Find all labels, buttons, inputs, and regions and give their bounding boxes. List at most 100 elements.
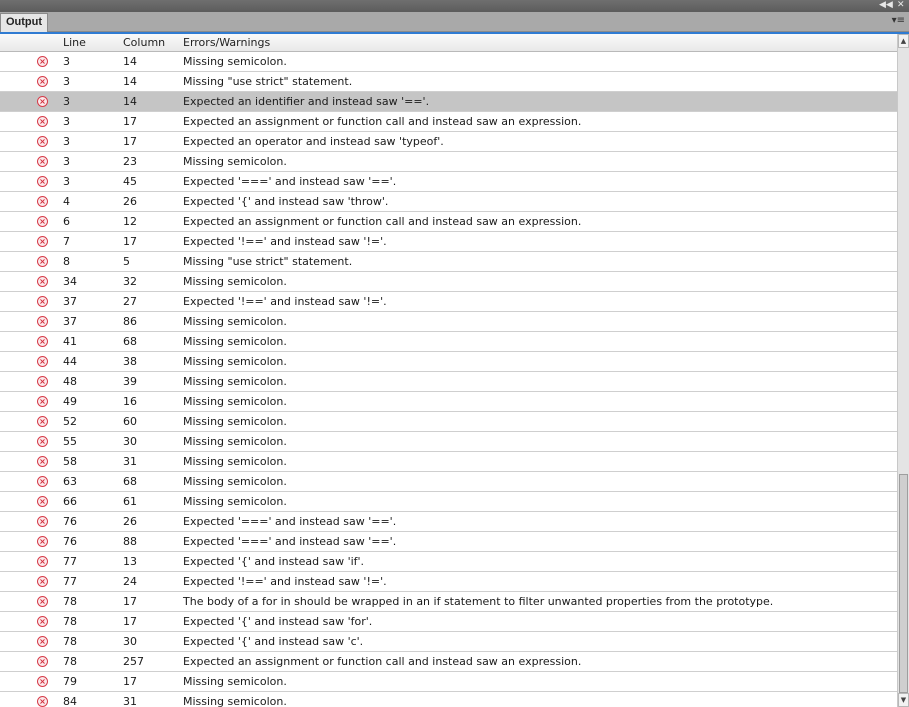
table-row[interactable]: × 49 16 Missing semicolon. <box>0 392 897 412</box>
cell-column: 14 <box>123 55 137 68</box>
table-row[interactable]: × 55 30 Missing semicolon. <box>0 432 897 452</box>
cell-line: 3 <box>63 95 70 108</box>
table-row[interactable]: × 44 38 Missing semicolon. <box>0 352 897 372</box>
error-icon: × <box>37 576 48 587</box>
cell-message: Missing semicolon. <box>183 475 287 488</box>
error-icon: × <box>37 356 48 367</box>
cell-line: 49 <box>63 395 77 408</box>
cell-column: 30 <box>123 635 137 648</box>
cell-column: 26 <box>123 195 137 208</box>
cell-message: Expected '!==' and instead saw '!='. <box>183 575 387 588</box>
cell-line: 78 <box>63 655 77 668</box>
table-row[interactable]: × 7 17 Expected '!==' and instead saw '!='. <box>0 232 897 252</box>
table-row[interactable]: × 3 23 Missing semicolon. <box>0 152 897 172</box>
error-icon: × <box>37 296 48 307</box>
cell-line: 76 <box>63 535 77 548</box>
table-row[interactable]: × 3 14 Expected an identifier and instead s… <box>0 92 897 112</box>
table-row[interactable]: × 76 26 Expected '===' and instead saw '=='… <box>0 512 897 532</box>
table-row[interactable]: × 77 13 Expected '{' and instead saw 'if'. <box>0 552 897 572</box>
vertical-scrollbar[interactable]: ▲ ▼ <box>897 34 909 707</box>
table-row[interactable]: × 41 68 Missing semicolon. <box>0 332 897 352</box>
column-header-message[interactable]: Errors/Warnings <box>183 36 270 49</box>
cell-column: 60 <box>123 415 137 428</box>
error-icon: × <box>37 236 48 247</box>
double-chevron-left-icon[interactable]: ◀◀ <box>879 0 893 11</box>
table-row[interactable]: × 37 27 Expected '!==' and instead saw '!='… <box>0 292 897 312</box>
column-header-column[interactable]: Column <box>123 36 165 49</box>
cell-message: Expected '===' and instead saw '=='. <box>183 515 397 528</box>
cell-line: 3 <box>63 175 70 188</box>
cell-line: 7 <box>63 235 70 248</box>
cell-line: 6 <box>63 215 70 228</box>
table-row[interactable]: × 8 5 Missing "use strict" statement. <box>0 252 897 272</box>
error-icon: × <box>37 636 48 647</box>
table-row[interactable]: × 37 86 Missing semicolon. <box>0 312 897 332</box>
cell-line: 34 <box>63 275 77 288</box>
cell-message: Expected an identifier and instead saw '… <box>183 95 430 108</box>
cell-line: 3 <box>63 75 70 88</box>
cell-message: Expected an assignment or function call … <box>183 655 582 668</box>
tab-output[interactable]: Output <box>0 13 48 32</box>
table-row[interactable]: × 3 17 Expected an operator and instead saw… <box>0 132 897 152</box>
cell-line: 37 <box>63 295 77 308</box>
cell-line: 55 <box>63 435 77 448</box>
cell-line: 79 <box>63 675 77 688</box>
scrollbar-thumb[interactable] <box>899 473 908 693</box>
table-row[interactable]: × 3 17 Expected an assignment or function c… <box>0 112 897 132</box>
cell-message: Expected an assignment or function call … <box>183 215 582 228</box>
cell-column: 45 <box>123 175 137 188</box>
table-row[interactable]: × 3 45 Expected '===' and instead saw '=='. <box>0 172 897 192</box>
panel-tab-bar: Output ▾≡ <box>0 12 909 32</box>
cell-line: 37 <box>63 315 77 328</box>
error-icon: × <box>37 136 48 147</box>
table-row[interactable]: × 78 17 Expected '{' and instead saw 'for'. <box>0 612 897 632</box>
table-row[interactable]: × 78 257 Expected an assignment or function… <box>0 652 897 672</box>
cell-column: 16 <box>123 395 137 408</box>
table-row[interactable]: × 79 17 Missing semicolon. <box>0 672 897 692</box>
error-icon: × <box>37 516 48 527</box>
cell-line: 63 <box>63 475 77 488</box>
column-header-line[interactable]: Line <box>63 36 86 49</box>
scroll-up-arrow-icon[interactable]: ▲ <box>898 34 909 48</box>
table-row[interactable]: × 76 88 Expected '===' and instead saw '=='… <box>0 532 897 552</box>
table-row[interactable]: × 78 17 The body of a for in should be wrap… <box>0 592 897 612</box>
cell-line: 44 <box>63 355 77 368</box>
table-row[interactable]: × 77 24 Expected '!==' and instead saw '!='… <box>0 572 897 592</box>
table-row[interactable]: × 34 32 Missing semicolon. <box>0 272 897 292</box>
cell-column: 24 <box>123 575 137 588</box>
table-row[interactable]: × 66 61 Missing semicolon. <box>0 492 897 512</box>
cell-message: Missing semicolon. <box>183 55 287 68</box>
cell-message: Missing semicolon. <box>183 435 287 448</box>
cell-message: Expected an operator and instead saw 'ty… <box>183 135 444 148</box>
cell-line: 41 <box>63 335 77 348</box>
error-icon: × <box>37 56 48 67</box>
cell-line: 76 <box>63 515 77 528</box>
table-row[interactable]: × 3 14 Missing semicolon. <box>0 52 897 72</box>
table-row[interactable]: × 78 30 Expected '{' and instead saw 'c'. <box>0 632 897 652</box>
error-icon: × <box>37 436 48 447</box>
cell-message: Expected '{' and instead saw 'c'. <box>183 635 364 648</box>
cell-message: Expected '!==' and instead saw '!='. <box>183 295 387 308</box>
error-icon: × <box>37 656 48 667</box>
table-row[interactable]: × 52 60 Missing semicolon. <box>0 412 897 432</box>
cell-column: 30 <box>123 435 137 448</box>
table-row[interactable]: × 63 68 Missing semicolon. <box>0 472 897 492</box>
cell-message: Missing semicolon. <box>183 455 287 468</box>
close-icon[interactable]: ✕ <box>897 0 905 11</box>
cell-message: Expected '{' and instead saw 'throw'. <box>183 195 389 208</box>
cell-column: 26 <box>123 515 137 528</box>
cell-line: 3 <box>63 115 70 128</box>
table-row[interactable]: × 6 12 Expected an assignment or function c… <box>0 212 897 232</box>
table-row[interactable]: × 4 26 Expected '{' and instead saw 'throw'… <box>0 192 897 212</box>
error-icon: × <box>37 476 48 487</box>
table-row[interactable]: × 3 14 Missing "use strict" statement. <box>0 72 897 92</box>
table-row[interactable]: × 48 39 Missing semicolon. <box>0 372 897 392</box>
cell-column: 31 <box>123 695 137 707</box>
cell-line: 52 <box>63 415 77 428</box>
panel-menu-icon[interactable]: ▾≡ <box>892 14 905 28</box>
table-row[interactable]: × 58 31 Missing semicolon. <box>0 452 897 472</box>
cell-message: Expected '===' and instead saw '=='. <box>183 175 397 188</box>
error-icon: × <box>37 496 48 507</box>
cell-column: 5 <box>123 255 130 268</box>
error-icon: × <box>37 176 48 187</box>
